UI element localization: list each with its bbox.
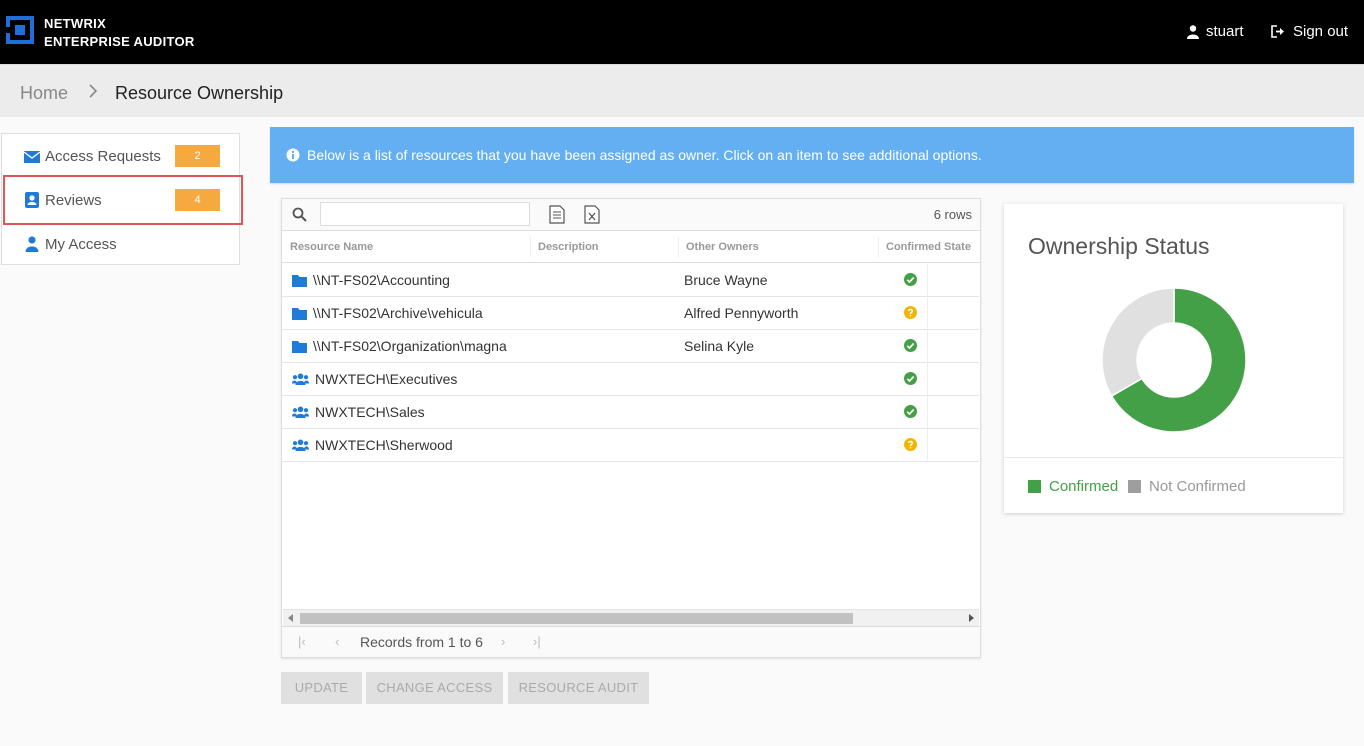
chevron-right-icon [89, 84, 98, 98]
user-icon [25, 236, 39, 252]
confirmed-check-icon [904, 372, 917, 385]
ownership-donut-chart [1101, 287, 1247, 433]
info-icon [286, 148, 300, 162]
sidebar-item-label: My Access [45, 235, 117, 253]
question-icon [904, 438, 917, 451]
resource-name: NWXTECH\Sales [315, 404, 425, 420]
previous-page-icon[interactable]: ‹ [335, 634, 339, 649]
resource-name: NWXTECH\Executives [315, 371, 458, 387]
scrollbar-thumb[interactable] [300, 613, 853, 624]
group-icon [292, 373, 309, 385]
donut-slice-not-confirmed[interactable] [1101, 287, 1175, 398]
export-excel-icon[interactable] [584, 205, 600, 224]
user-name: stuart [1206, 23, 1244, 40]
confirmed-check-icon [904, 273, 917, 286]
brand-line-2: ENTERPRISE AUDITOR [44, 34, 195, 49]
resource-audit-button[interactable]: RESOURCE AUDIT [508, 672, 649, 704]
scroll-left-icon[interactable] [288, 614, 293, 622]
group-icon [292, 439, 309, 451]
sidebar-item-label: Access Requests [45, 147, 161, 165]
sidebar-item-my-access[interactable]: My Access [2, 222, 239, 266]
resource-name: NWXTECH\Sherwood [315, 437, 453, 453]
table-row[interactable]: \\NT-FS02\Archive\vehicula Alfred Pennyw… [282, 297, 979, 330]
question-icon [904, 306, 917, 319]
legend-not-confirmed[interactable]: Not Confirmed [1128, 478, 1246, 495]
group-icon [292, 406, 309, 418]
other-owners: Alfred Pennyworth [684, 305, 799, 321]
update-button[interactable]: UPDATE [281, 672, 362, 704]
legend-confirmed[interactable]: Confirmed [1028, 478, 1118, 495]
resource-grid: 6 rows Resource Name Description Other O… [281, 198, 981, 658]
resource-name: \\NT-FS02\Archive\vehicula [313, 305, 483, 321]
chart-legend: Confirmed Not Confirmed [1004, 457, 1343, 513]
grid-body: \\NT-FS02\Accounting Bruce Wayne \\NT-FS… [282, 264, 979, 609]
netwrix-logo-icon [6, 16, 34, 44]
sign-out-icon [1271, 25, 1284, 38]
selection-highlight [3, 175, 243, 225]
legend-label-not-confirmed: Not Confirmed [1149, 478, 1246, 495]
breadcrumb-current: Resource Ownership [115, 83, 284, 103]
search-icon [292, 207, 307, 222]
folder-icon [292, 275, 307, 287]
sign-out-label: Sign out [1293, 23, 1349, 40]
column-header-resource-name[interactable]: Resource Name [290, 241, 373, 253]
legend-swatch-confirmed [1028, 480, 1041, 493]
top-bar: NETWRIX ENTERPRISE AUDITOR stuart Sign o… [0, 0, 1364, 64]
pager: |‹ ‹ Records from 1 to 6 › ›| [282, 626, 980, 657]
scroll-right-icon[interactable] [969, 614, 974, 622]
column-header-description[interactable]: Description [538, 241, 599, 253]
breadcrumb-home[interactable]: Home [20, 83, 68, 104]
next-page-icon[interactable]: › [501, 634, 505, 649]
search-input[interactable] [320, 202, 530, 226]
table-row[interactable]: NWXTECH\Sales [282, 396, 979, 429]
row-count: 6 rows [933, 207, 972, 222]
last-page-icon[interactable]: ›| [533, 634, 541, 649]
confirmed-check-icon [904, 339, 917, 352]
first-page-icon[interactable]: |‹ [298, 634, 306, 649]
sign-out-button[interactable]: Sign out [1271, 23, 1348, 40]
legend-label-confirmed: Confirmed [1049, 478, 1119, 495]
brand-line-1: NETWRIX [44, 16, 107, 31]
access-requests-badge: 2 [175, 145, 220, 167]
change-access-button[interactable]: CHANGE ACCESS [366, 672, 503, 704]
export-document-icon[interactable] [549, 205, 565, 224]
info-banner: Below is a list of resources that you ha… [270, 127, 1354, 183]
sidebar-item-access-requests[interactable]: Access Requests 2 [2, 134, 239, 178]
user-menu[interactable]: stuart [1187, 23, 1244, 40]
table-row[interactable]: NWXTECH\Executives [282, 363, 979, 396]
folder-icon [292, 308, 307, 320]
breadcrumb: Home Resource Ownership [0, 64, 1364, 117]
folder-icon [292, 341, 307, 353]
table-row[interactable]: \\NT-FS02\Organization\magna Selina Kyle [282, 330, 979, 363]
resource-name: \\NT-FS02\Organization\magna [313, 338, 507, 354]
column-header-other-owners[interactable]: Other Owners [686, 241, 759, 253]
brand-title: NETWRIX ENTERPRISE AUDITOR [44, 15, 195, 51]
info-text: Below is a list of resources that you ha… [307, 147, 982, 163]
card-title: Ownership Status [1028, 233, 1210, 259]
pager-text: Records from 1 to 6 [360, 634, 483, 650]
other-owners: Bruce Wayne [684, 272, 768, 288]
other-owners: Selina Kyle [684, 338, 755, 354]
resource-name: \\NT-FS02\Accounting [313, 272, 450, 288]
column-header-confirmed-state[interactable]: Confirmed State [886, 241, 971, 253]
user-icon [1187, 24, 1199, 39]
envelope-icon [24, 151, 40, 163]
table-row[interactable]: \\NT-FS02\Accounting Bruce Wayne [282, 264, 979, 297]
grid-header: Resource Name Description Other Owners C… [282, 231, 980, 263]
horizontal-scrollbar[interactable] [283, 609, 979, 626]
table-row[interactable]: NWXTECH\Sherwood [282, 429, 979, 462]
grid-toolbar: 6 rows [282, 199, 980, 231]
ownership-status-card: Ownership Status Confirmed Not Confirmed [1004, 204, 1343, 513]
confirmed-check-icon [904, 405, 917, 418]
legend-swatch-not-confirmed [1128, 480, 1141, 493]
